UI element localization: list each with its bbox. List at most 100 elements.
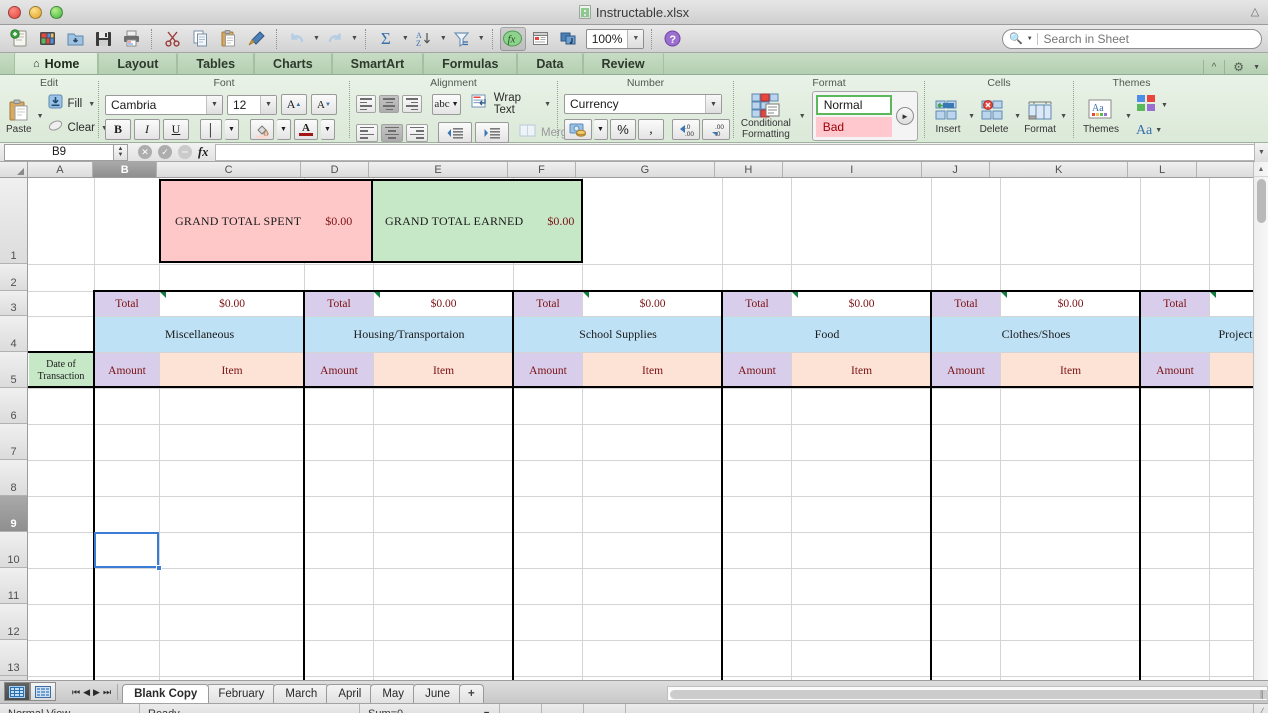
filter-dropdown-icon[interactable]: ▼: [478, 35, 485, 42]
column-header-h[interactable]: H: [715, 162, 783, 177]
cells-canvas[interactable]: GRAND TOTAL SPENT $0.00 GRAND TOTAL EARN…: [28, 178, 1268, 680]
row-header-7[interactable]: 7: [0, 424, 27, 460]
borders-button[interactable]: │: [200, 119, 222, 140]
sort-dropdown-icon[interactable]: ▼: [440, 35, 447, 42]
category-name-2[interactable]: Housing/Transportaion: [305, 317, 513, 352]
font-family-select[interactable]: Cambria ▼: [105, 94, 223, 115]
delete-cells-button[interactable]: Delete: [977, 98, 1011, 135]
row-header-4[interactable]: 4: [0, 316, 27, 352]
delete-dropdown-icon[interactable]: ▼: [1014, 113, 1021, 120]
format-painter-icon[interactable]: [243, 27, 269, 51]
tab-data[interactable]: Data: [517, 53, 583, 74]
column-header-i[interactable]: I: [783, 162, 922, 177]
column-header-k[interactable]: K: [990, 162, 1129, 177]
media-browser-icon[interactable]: [556, 27, 582, 51]
name-box[interactable]: B9: [4, 143, 114, 161]
paste-dropdown-icon[interactable]: ▼: [37, 113, 44, 120]
themes-dropdown-icon[interactable]: ▼: [1125, 113, 1132, 120]
sheet-tab-blank-copy[interactable]: Blank Copy: [122, 684, 210, 703]
increase-decimal-button[interactable]: .0.00: [672, 119, 700, 140]
currency-format-button[interactable]: [564, 119, 592, 140]
align-right-button[interactable]: [406, 123, 428, 142]
category-name-1[interactable]: Miscellaneous: [95, 317, 304, 352]
search-input[interactable]: [1041, 30, 1255, 47]
next-sheet-icon[interactable]: ▶: [93, 687, 100, 698]
total-value-cat-1[interactable]: $0.00: [160, 292, 304, 316]
row-header-6[interactable]: 6: [0, 388, 27, 424]
item-header-cat-3[interactable]: Item: [583, 353, 722, 388]
formula-toggle-icon[interactable]: ━: [178, 145, 192, 159]
tab-tables[interactable]: Tables: [177, 53, 255, 74]
font-color-dropdown-icon[interactable]: ▼: [321, 119, 335, 140]
decrease-indent-button[interactable]: [438, 122, 472, 143]
cell-style-normal[interactable]: Normal: [815, 95, 892, 115]
page-layout-view-button[interactable]: [30, 682, 56, 701]
cancel-icon[interactable]: ✕: [138, 145, 152, 159]
fill-color-dropdown-icon[interactable]: ▼: [277, 119, 291, 140]
italic-button[interactable]: I: [134, 119, 160, 140]
sheet-tab-may[interactable]: May: [370, 684, 417, 703]
column-header-l[interactable]: L: [1128, 162, 1197, 177]
vertical-scrollbar[interactable]: ▲: [1253, 162, 1268, 680]
row-header-10[interactable]: 10: [0, 532, 27, 568]
amount-header-cat-3[interactable]: Amount: [514, 353, 582, 388]
row-header-12[interactable]: 12: [0, 604, 27, 640]
sheet-tab-june[interactable]: June: [413, 684, 462, 703]
comma-format-button[interactable]: ,: [638, 119, 664, 140]
prev-sheet-icon[interactable]: ◀: [83, 687, 90, 698]
align-bottom-button[interactable]: [402, 95, 423, 113]
horizontal-scrollbar[interactable]: ∥: [667, 686, 1268, 701]
decrease-font-size-button[interactable]: A ▼: [311, 94, 337, 115]
paste-button[interactable]: Paste: [6, 98, 32, 135]
column-header-d[interactable]: D: [301, 162, 370, 177]
category-name-5[interactable]: Clothes/Shoes: [932, 317, 1140, 352]
first-sheet-icon[interactable]: ⏮: [72, 687, 80, 698]
conditional-formatting-dropdown-icon[interactable]: ▼: [799, 113, 806, 120]
increase-font-size-button[interactable]: A ▲: [281, 94, 307, 115]
sheet-tab-february[interactable]: February: [206, 684, 277, 703]
add-sheet-button[interactable]: +: [459, 684, 484, 703]
help-icon[interactable]: ?: [659, 27, 685, 51]
function-icon[interactable]: fx: [198, 145, 208, 160]
fill-color-button[interactable]: [250, 119, 274, 140]
total-value-cat-5[interactable]: $0.00: [1001, 292, 1140, 316]
copy-icon[interactable]: [187, 27, 213, 51]
conditional-formatting-button[interactable]: Conditional Formatting: [740, 92, 792, 140]
number-format-dropdown-icon[interactable]: ▼: [705, 95, 721, 113]
sheet-tab-april[interactable]: April: [326, 684, 374, 703]
item-header-cat-5[interactable]: Item: [1001, 353, 1140, 388]
align-middle-button[interactable]: [379, 95, 400, 113]
cell-selection-b9[interactable]: [94, 532, 159, 568]
tab-review[interactable]: Review: [582, 53, 664, 74]
align-left-button[interactable]: [356, 123, 378, 142]
total-label-cat-3[interactable]: Total: [514, 292, 582, 316]
sum-status[interactable]: Sum=0 ▼: [360, 703, 500, 713]
font-color-button[interactable]: A: [294, 119, 318, 140]
total-label-cat-2[interactable]: Total: [305, 292, 373, 316]
total-label-cat-5[interactable]: Total: [932, 292, 1000, 316]
align-top-button[interactable]: [356, 95, 377, 113]
scroll-up-icon[interactable]: ▲: [1254, 162, 1268, 177]
open-gallery-icon[interactable]: [34, 27, 60, 51]
grand-total-spent-cell[interactable]: GRAND TOTAL SPENT $0.00: [159, 179, 373, 263]
row-header-3[interactable]: 3: [0, 291, 27, 316]
font-family-dropdown-icon[interactable]: ▼: [206, 95, 222, 114]
undo-icon[interactable]: [284, 27, 310, 51]
insert-dropdown-icon[interactable]: ▼: [968, 113, 975, 120]
tab-charts[interactable]: Charts: [254, 53, 332, 74]
new-document-icon[interactable]: [6, 27, 32, 51]
column-header-e[interactable]: E: [369, 162, 508, 177]
align-center-button[interactable]: [381, 123, 403, 142]
column-header-j[interactable]: J: [922, 162, 990, 177]
amount-header-cat-4[interactable]: Amount: [723, 353, 791, 388]
borders-dropdown-icon[interactable]: ▼: [225, 119, 239, 140]
collapse-ribbon-icon[interactable]: ^: [1212, 62, 1217, 73]
format-dropdown-icon[interactable]: ▼: [1060, 113, 1067, 120]
row-header-9[interactable]: 9: [0, 496, 27, 532]
accept-icon[interactable]: ✓: [158, 145, 172, 159]
row-header-1[interactable]: 1: [0, 178, 27, 264]
redo-icon[interactable]: [322, 27, 348, 51]
save-icon[interactable]: [90, 27, 116, 51]
cell-styles-gallery[interactable]: Normal Bad ►: [811, 91, 918, 141]
search-options-icon[interactable]: ▼: [1027, 36, 1033, 42]
